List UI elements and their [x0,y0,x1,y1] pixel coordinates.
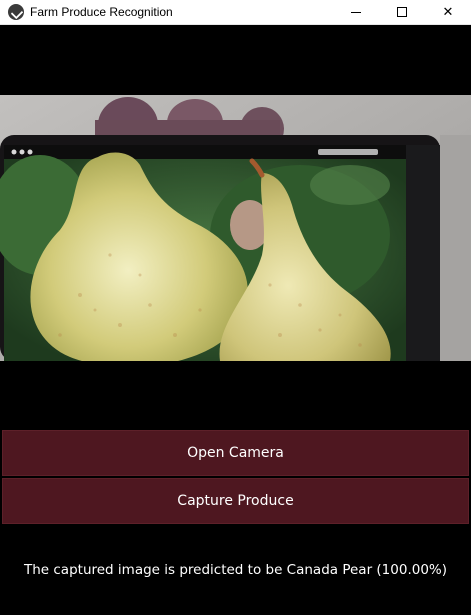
open-camera-button[interactable]: Open Camera [2,430,469,476]
window-title: Farm Produce Recognition [30,5,173,19]
camera-preview-image [0,95,471,361]
camera-preview [0,95,471,361]
window-controls: ✕ [333,0,471,25]
close-button[interactable]: ✕ [425,0,471,25]
maximize-icon [397,7,407,17]
title-bar[interactable]: Farm Produce Recognition ✕ [0,0,471,25]
minimize-button[interactable] [333,0,379,25]
close-icon: ✕ [442,4,454,20]
app-window: Farm Produce Recognition ✕ Open Camera C… [0,0,471,615]
prediction-result-text: The captured image is predicted to be Ca… [23,562,448,578]
capture-produce-button[interactable]: Capture Produce [2,478,469,524]
maximize-button[interactable] [379,0,425,25]
app-logo-icon [8,4,24,20]
minimize-icon [351,11,361,13]
